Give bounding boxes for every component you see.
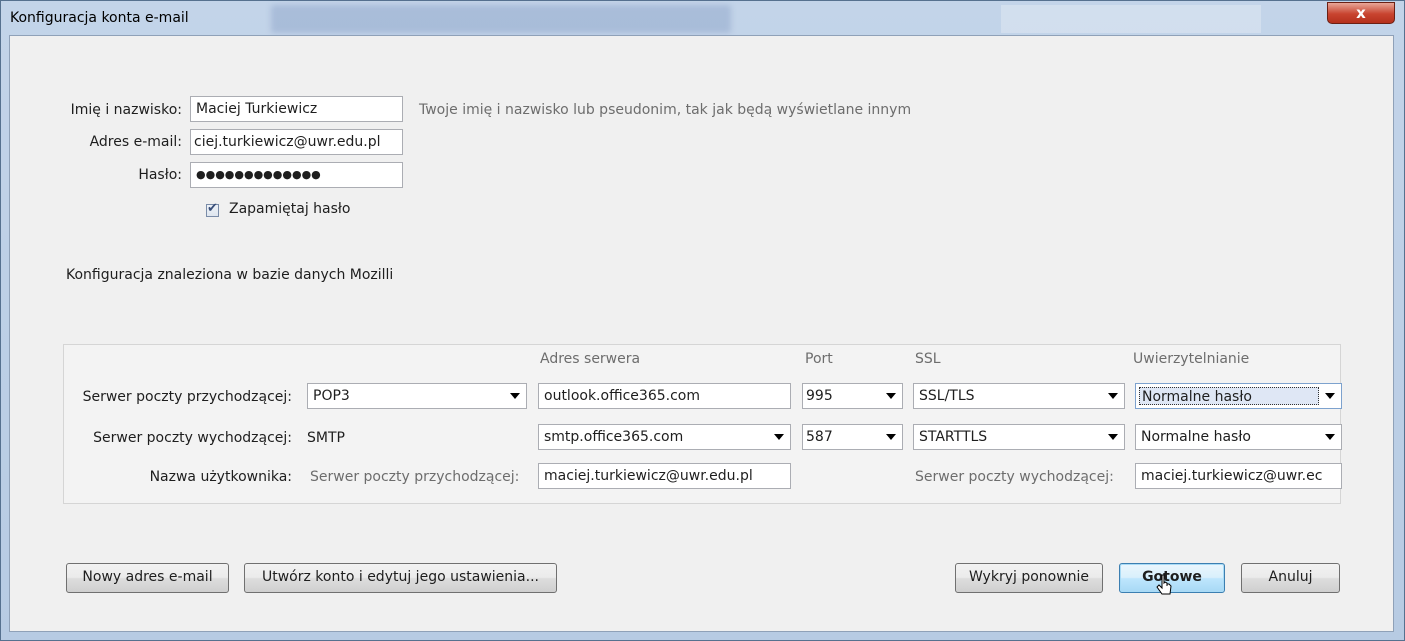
close-icon: x xyxy=(1356,4,1366,22)
username-outgoing-label: Serwer poczty wychodzącej: xyxy=(915,469,1114,485)
chevron-down-icon xyxy=(886,434,896,440)
username-incoming-label: Serwer poczty przychodzącej: xyxy=(310,469,520,485)
cancel-button[interactable]: Anuluj xyxy=(1241,563,1340,593)
chevron-down-icon xyxy=(1108,434,1118,440)
dialog-content: Imię i nazwisko: Maciej Turkiewicz Twoje… xyxy=(9,35,1394,632)
chevron-down-icon xyxy=(1108,393,1118,399)
status-text: Konfiguracja znaleziona w bazie danych M… xyxy=(66,267,394,283)
outgoing-server-label: Serwer poczty wychodzącej: xyxy=(93,430,292,446)
incoming-ssl-select[interactable]: SSL/TLS xyxy=(913,383,1125,409)
create-and-edit-button[interactable]: Utwórz konto i edytuj jego ustawienia... xyxy=(244,563,557,593)
outgoing-server-address-value: smtp.office365.com xyxy=(544,429,684,445)
outgoing-port-value: 587 xyxy=(806,429,833,445)
email-input[interactable]: ciej.turkiewicz@uwr.edu.pl xyxy=(190,129,403,155)
chevron-down-icon xyxy=(510,393,520,399)
header-ssl: SSL xyxy=(915,351,941,367)
incoming-server-label: Serwer poczty przychodzącej: xyxy=(82,389,292,405)
name-label: Imię i nazwisko: xyxy=(70,102,182,118)
header-server-address: Adres serwera xyxy=(540,351,641,367)
outgoing-ssl-value: STARTTLS xyxy=(919,429,988,445)
checkmark-icon: ✔ xyxy=(207,201,218,216)
remember-password-checkbox[interactable]: ✔ xyxy=(206,201,219,217)
remember-password-label[interactable]: Zapamiętaj hasło xyxy=(229,201,350,217)
password-input[interactable]: ●●●●●●●●●●●●● xyxy=(190,162,403,188)
incoming-auth-value: Normalne hasło xyxy=(1142,389,1252,405)
incoming-username-input[interactable]: maciej.turkiewicz@uwr.edu.pl xyxy=(538,463,791,489)
outgoing-server-address-combo[interactable]: smtp.office365.com xyxy=(538,424,791,450)
header-port: Port xyxy=(805,351,833,367)
close-button[interactable]: x xyxy=(1327,2,1395,24)
incoming-auth-select[interactable]: Normalne hasło xyxy=(1135,383,1342,409)
incoming-protocol-value: POP3 xyxy=(313,388,350,404)
outgoing-username-input[interactable]: maciej.turkiewicz@uwr.ec xyxy=(1135,463,1342,489)
outgoing-protocol: SMTP xyxy=(307,430,345,446)
mouse-pointer-icon xyxy=(1156,574,1172,595)
incoming-port-value: 995 xyxy=(806,388,833,404)
incoming-ssl-value: SSL/TLS xyxy=(919,388,975,404)
chevron-down-icon xyxy=(774,434,784,440)
focus-ring: Normalne hasło xyxy=(1139,387,1319,405)
incoming-protocol-select[interactable]: POP3 xyxy=(307,383,527,409)
username-label: Nazwa użytkownika: xyxy=(149,469,292,485)
name-input[interactable]: Maciej Turkiewicz xyxy=(190,96,403,122)
dialog-window: Konfiguracja konta e-mail x Imię i nazwi… xyxy=(0,0,1405,641)
outgoing-auth-select[interactable]: Normalne hasło xyxy=(1135,424,1342,450)
chevron-down-icon xyxy=(1325,393,1335,399)
redetect-button[interactable]: Wykryj ponownie xyxy=(955,563,1103,593)
title-bar[interactable]: Konfiguracja konta e-mail x xyxy=(1,1,1404,35)
name-hint: Twoje imię i nazwisko lub pseudonim, tak… xyxy=(419,102,912,118)
outgoing-port-select[interactable]: 587 xyxy=(802,424,903,450)
background-window-ghost xyxy=(271,5,731,33)
chevron-down-icon xyxy=(1325,434,1335,440)
incoming-port-select[interactable]: 995 xyxy=(802,383,903,409)
outgoing-auth-value: Normalne hasło xyxy=(1141,429,1251,445)
header-auth: Uwierzytelnianie xyxy=(1133,351,1250,367)
outgoing-ssl-select[interactable]: STARTTLS xyxy=(913,424,1125,450)
chevron-down-icon xyxy=(886,393,896,399)
email-label: Adres e-mail: xyxy=(89,134,182,150)
background-window-ghost xyxy=(1001,5,1261,33)
password-label: Hasło: xyxy=(138,167,182,183)
new-email-button[interactable]: Nowy adres e-mail xyxy=(66,563,229,593)
incoming-server-address-input[interactable]: outlook.office365.com xyxy=(538,383,791,409)
window-title: Konfiguracja konta e-mail xyxy=(10,10,189,26)
